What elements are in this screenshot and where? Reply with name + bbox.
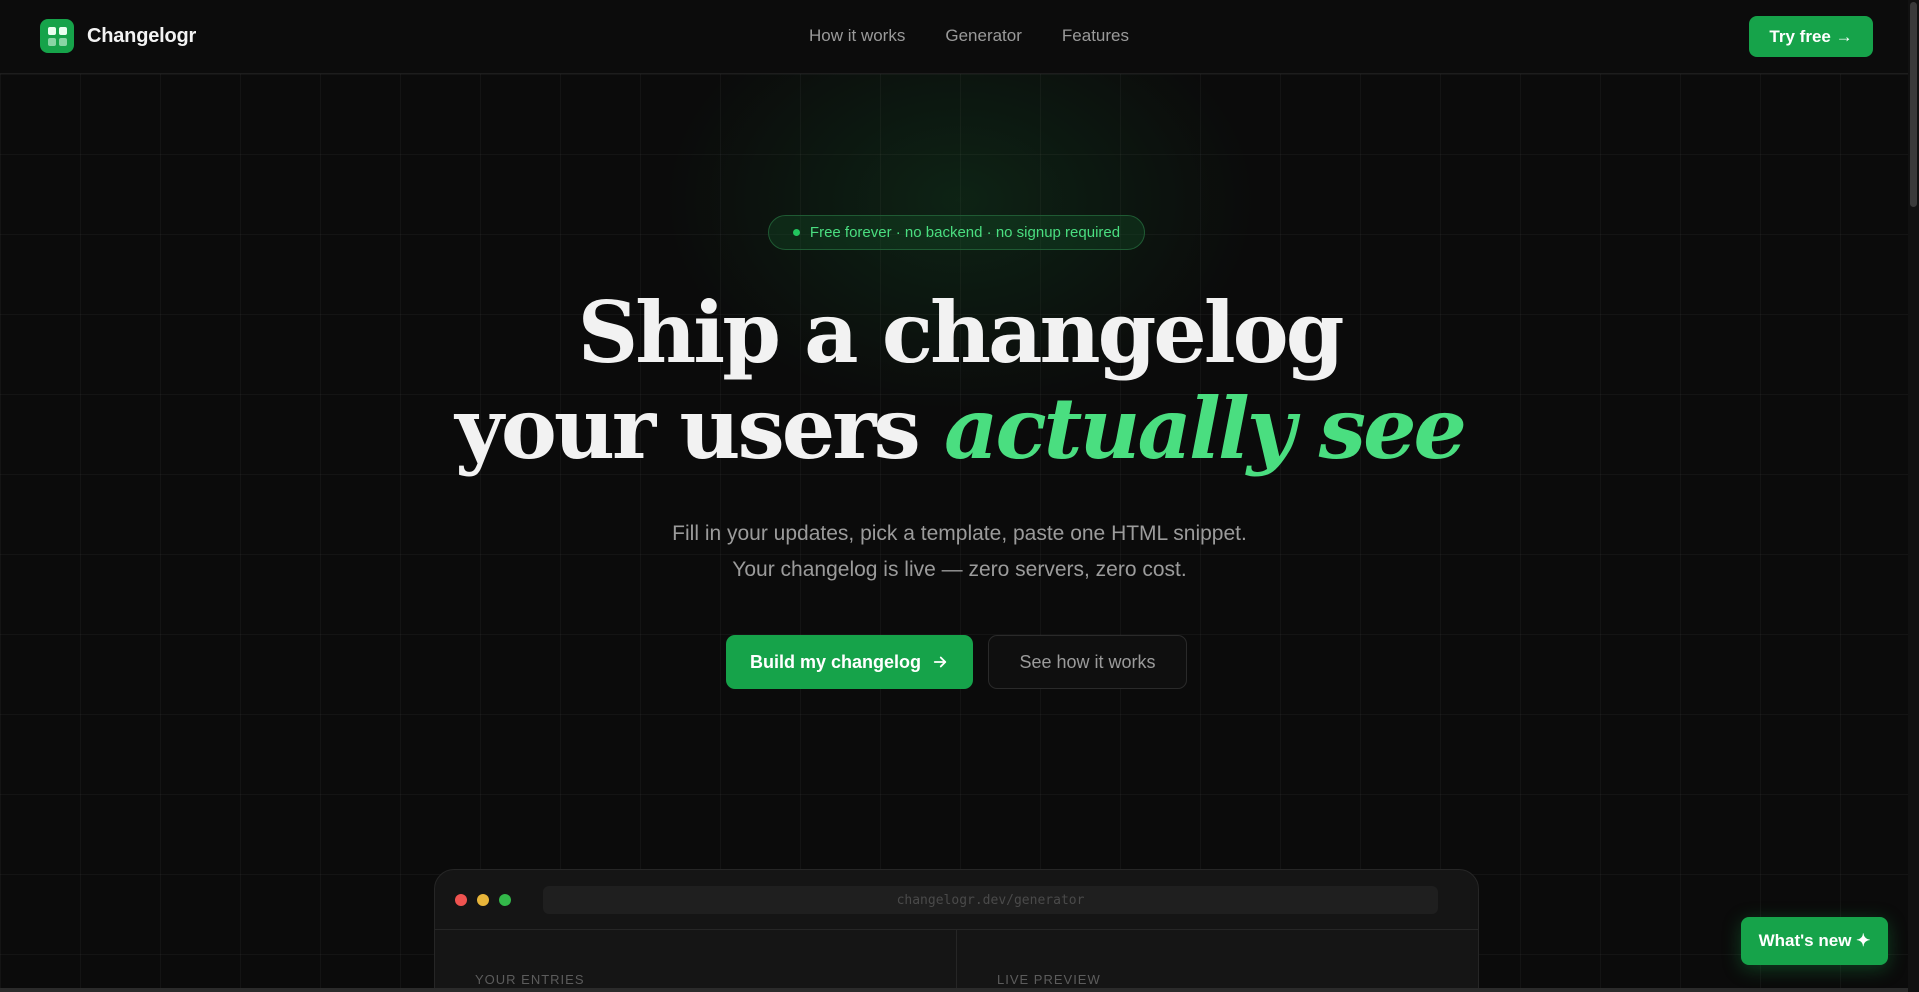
- nav-link-generator[interactable]: Generator: [945, 26, 1022, 46]
- page: Changelogr How it works Generator Featur…: [0, 0, 1919, 992]
- brand-logo[interactable]: Changelogr: [40, 19, 196, 53]
- minimize-dot-icon: [477, 894, 489, 906]
- scrollbar-thumb[interactable]: [1910, 2, 1917, 207]
- close-dot-icon: [455, 894, 467, 906]
- build-changelog-label: Build my changelog: [749, 651, 922, 672]
- generator-preview-window: changelogr.dev/generator YOUR ENTRIES LI…: [434, 869, 1479, 992]
- hero-subtitle: Fill in your updates, pick a template, p…: [0, 516, 1919, 588]
- nav-link-how-it-works[interactable]: How it works: [809, 26, 905, 46]
- hero-headline: Ship a changelog your users actually see: [0, 285, 1919, 477]
- live-preview-label: LIVE PREVIEW: [997, 972, 1101, 987]
- build-changelog-button[interactable]: Build my changelog: [726, 635, 973, 689]
- maximize-dot-icon: [499, 894, 511, 906]
- window-titlebar: changelogr.dev/generator: [435, 870, 1478, 930]
- subtitle-line-2: Your changelog is live — zero servers, z…: [732, 558, 1187, 581]
- headline-line-2: your users: [455, 379, 945, 478]
- logo-grid-icon: [40, 19, 74, 53]
- preview-panes: YOUR ENTRIES LIVE PREVIEW: [435, 930, 1478, 992]
- top-nav: Changelogr How it works Generator Featur…: [0, 0, 1908, 74]
- url-bar: changelogr.dev/generator: [543, 886, 1438, 914]
- brand-name: Changelogr: [87, 24, 197, 47]
- nav-link-features[interactable]: Features: [1062, 26, 1129, 46]
- hero-cta-row: Build my changelog See how it works: [726, 635, 1187, 689]
- nav-links: How it works Generator Features: [809, 26, 1129, 46]
- hero-badge: Free forever · no backend · no signup re…: [768, 215, 1145, 250]
- arrow-right-icon: [933, 656, 947, 668]
- status-dot-icon: [792, 229, 800, 236]
- window-controls: [455, 894, 511, 906]
- hero-badge-text: Free forever · no backend · no signup re…: [809, 224, 1121, 241]
- subtitle-line-1: Fill in your updates, pick a template, p…: [672, 522, 1247, 545]
- horizontal-scrollbar[interactable]: [0, 988, 1919, 992]
- live-preview-pane: LIVE PREVIEW: [956, 930, 1478, 992]
- entries-pane: YOUR ENTRIES: [435, 930, 956, 992]
- entries-pane-label: YOUR ENTRIES: [475, 972, 585, 987]
- see-how-it-works-button[interactable]: See how it works: [988, 635, 1187, 689]
- headline-line-1: Ship a changelog: [577, 283, 1345, 382]
- whats-new-button[interactable]: What's new ✦: [1741, 917, 1888, 965]
- try-free-button[interactable]: Try free →: [1749, 16, 1873, 57]
- vertical-scrollbar[interactable]: [1908, 0, 1919, 992]
- headline-accent: actually see: [944, 379, 1467, 478]
